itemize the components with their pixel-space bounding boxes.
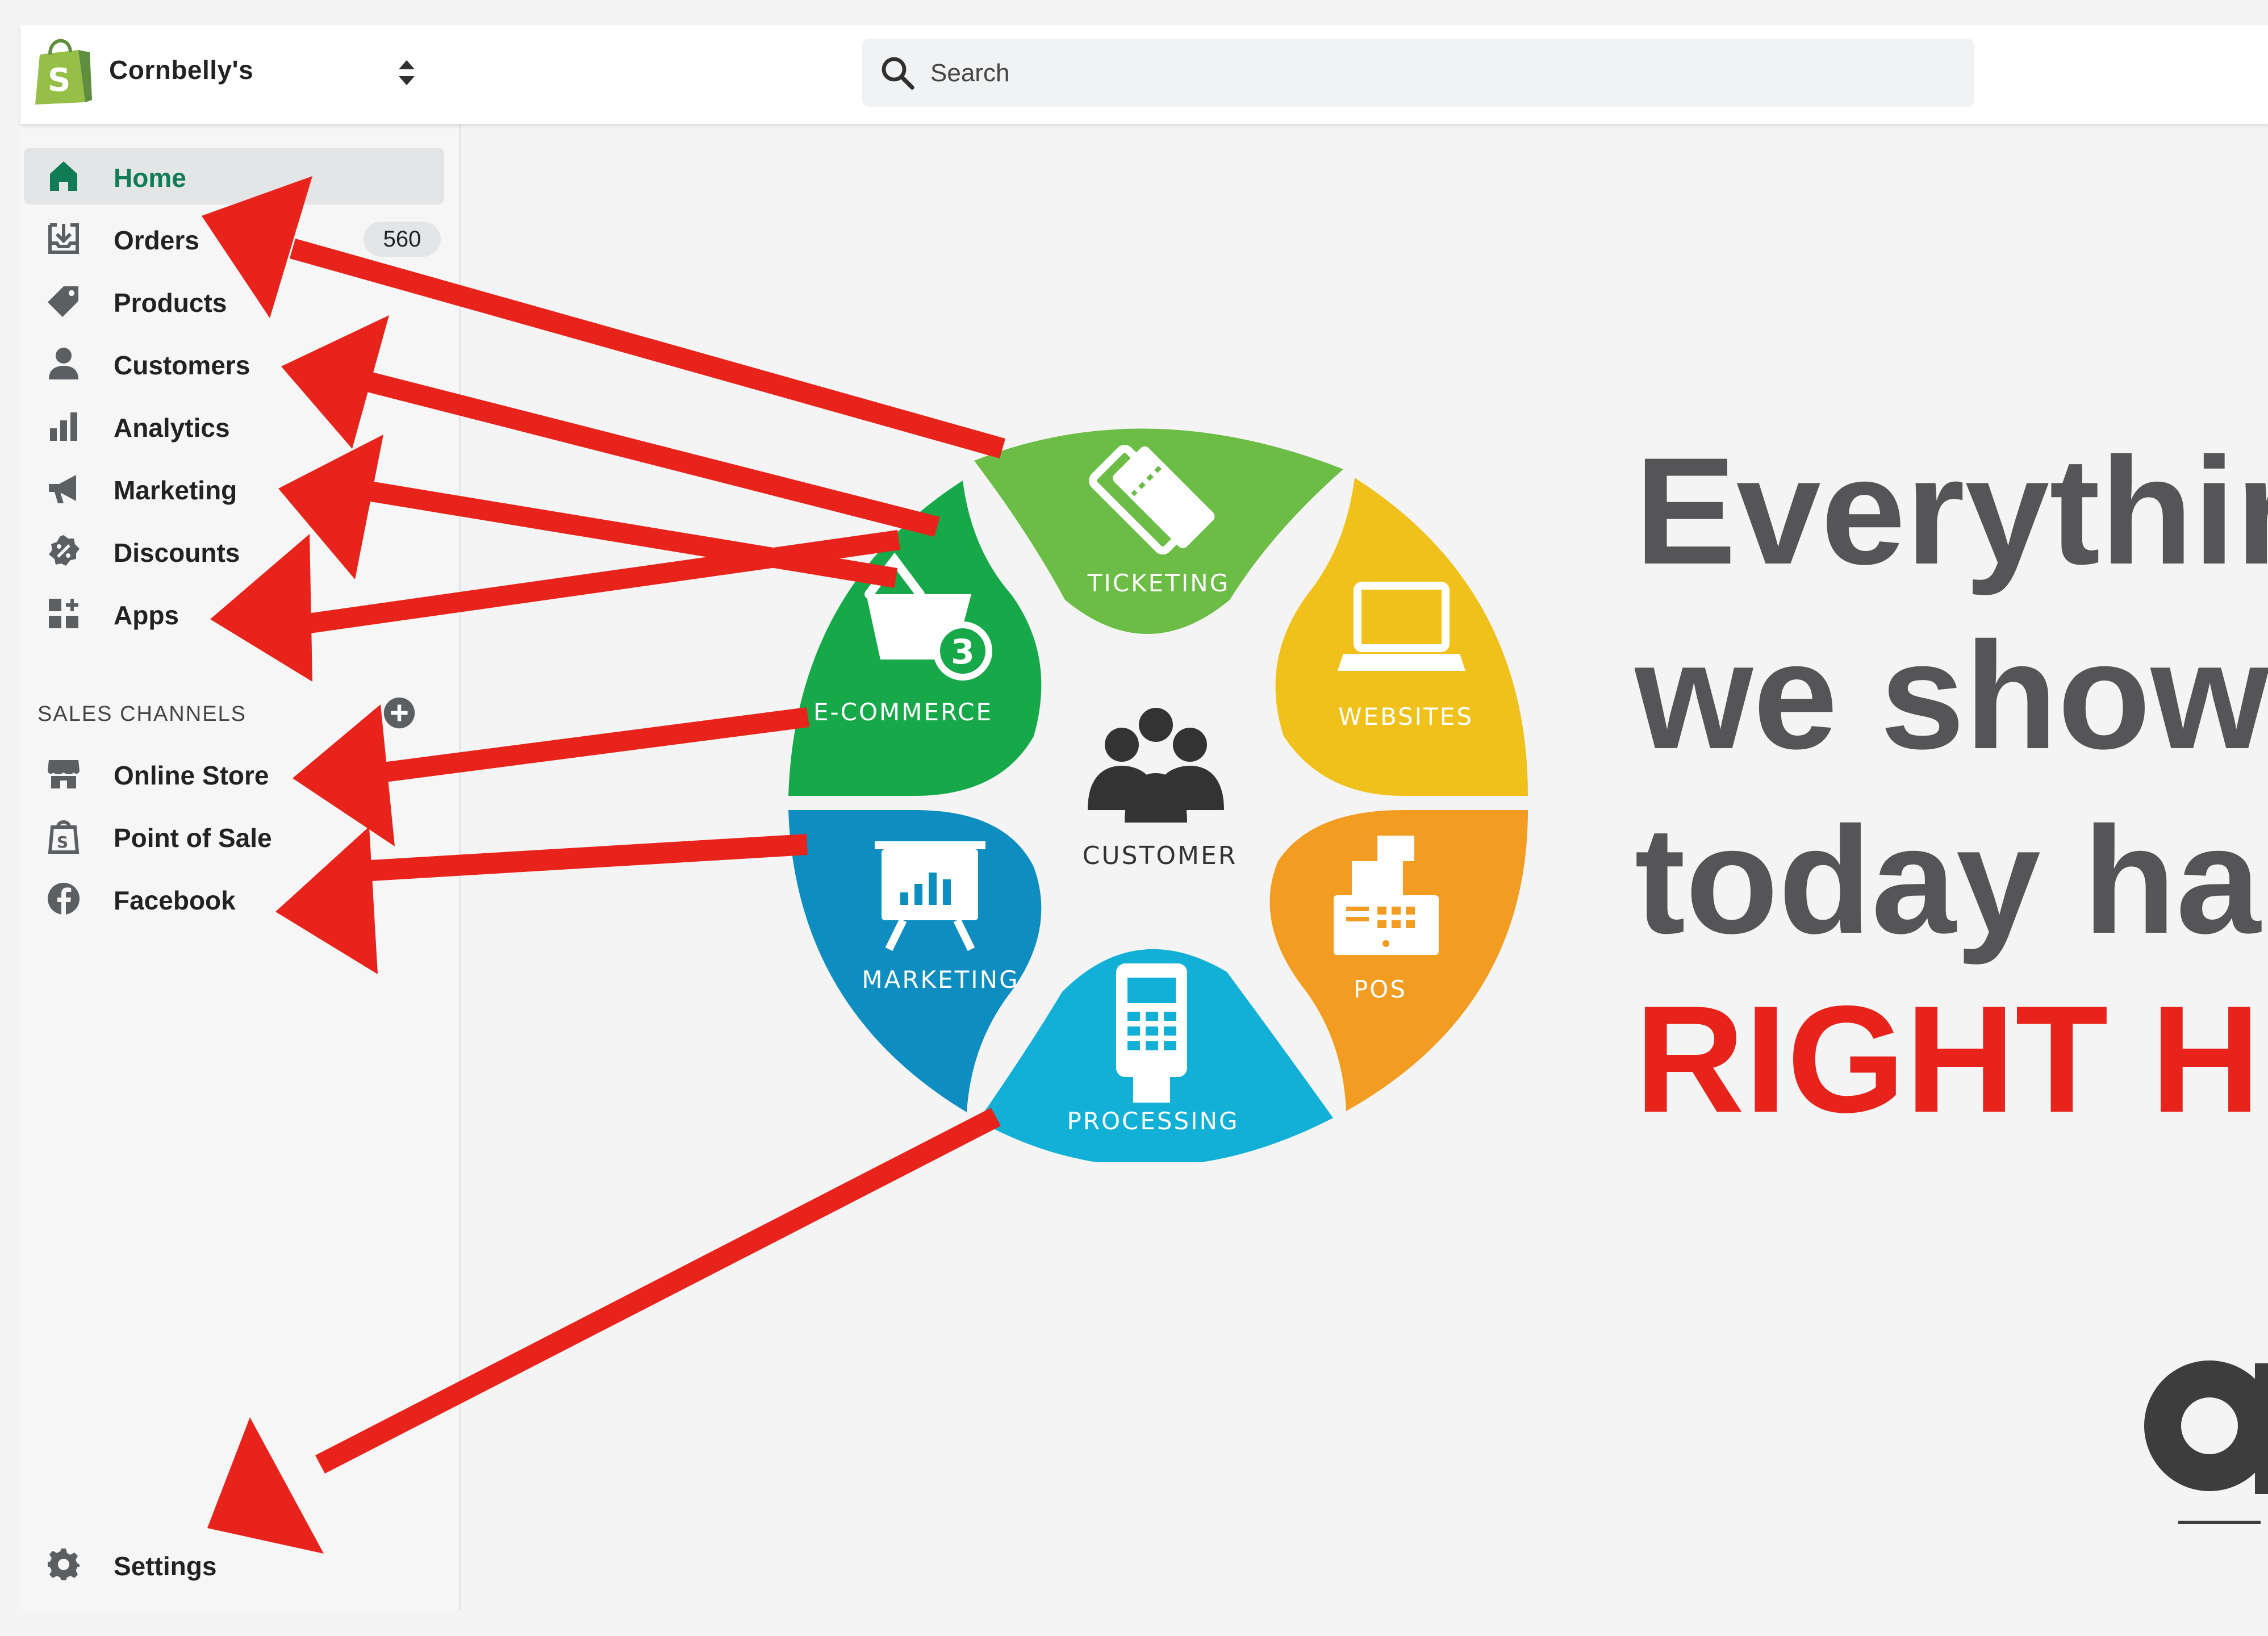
svg-text:S: S (57, 833, 68, 852)
sidebar-item-discounts[interactable]: Discounts (24, 523, 444, 579)
sidebar-item-label: Home (114, 163, 186, 193)
sidebar-item-label: Customers (114, 350, 250, 380)
sidebar-item-marketing[interactable]: Marketing (24, 460, 444, 517)
svg-text:S: S (48, 62, 70, 99)
search-icon (882, 57, 914, 90)
sidebar-item-settings[interactable]: Settings (24, 1536, 444, 1593)
top-bar: S Cornbelly's (20, 25, 2268, 124)
headline: Everythir we show today ha RIGHT H (1635, 420, 2268, 1159)
sidebar-item-label: Discounts (114, 538, 240, 567)
apps-icon (49, 599, 78, 628)
sidebar-item-label: Analytics (114, 413, 230, 443)
sidebar-item-label: Apps (114, 600, 179, 630)
headline-line-1: Everythir (1635, 425, 2268, 596)
sidebar-item-point-of-sale[interactable]: S Point of Sale (24, 808, 444, 865)
add-channel-plus-icon[interactable] (383, 696, 416, 729)
sidebar-item-label: Settings (114, 1551, 217, 1581)
wheel-label-pos: POS (1354, 975, 1407, 1003)
pos-bag-icon: S (48, 820, 80, 854)
headline-line-3: today ha (1635, 795, 2261, 965)
tag-icon (48, 286, 78, 317)
discount-icon (49, 535, 80, 566)
wheel-label-ticketing: TICKETING (1087, 569, 1230, 597)
bar-chart-icon (50, 412, 77, 441)
sidebar-item-analytics[interactable]: Analytics (24, 398, 444, 454)
wheel-label-processing: PROCESSING (1067, 1107, 1239, 1135)
sidebar-item-orders[interactable]: Orders 560 (24, 210, 444, 267)
orders-count-badge: 560 (364, 222, 441, 257)
headline-line-2: we show (1635, 610, 2268, 781)
sales-channels-heading: SALES CHANNELS (37, 702, 247, 726)
sidebar-item-label: Online Store (114, 761, 269, 790)
store-icon (48, 760, 80, 788)
person-icon (49, 348, 78, 379)
gear-icon (48, 1549, 80, 1580)
chevron-up-down-icon[interactable] (395, 55, 418, 91)
home-icon (50, 161, 77, 191)
facebook-icon (48, 883, 80, 915)
sidebar-item-facebook[interactable]: Facebook (24, 870, 444, 927)
shopify-bag-icon[interactable]: S (33, 39, 92, 107)
wheel-segment-websites (1275, 478, 1528, 796)
search-box[interactable] (862, 39, 1974, 107)
wheel-center-label: CUSTOMER (1083, 841, 1238, 870)
brand-logo-mark (2144, 1360, 2268, 1524)
service-wheel: TICKETING WEBSITES POS PROCESSING MARKET… (788, 428, 1528, 1162)
headline-line-4: RIGHT H (1635, 974, 2261, 1144)
sidebar-item-home[interactable]: Home (24, 148, 444, 204)
wheel-label-e-commerce: E-COMMERCE (813, 698, 993, 726)
sidebar-item-label: Point of Sale (114, 823, 272, 853)
wheel-label-marketing: MARKETING (862, 966, 1019, 994)
sidebar-item-apps[interactable]: Apps (24, 585, 444, 642)
wheel-label-websites: WEBSITES (1338, 703, 1473, 731)
sidebar-item-label: Orders (114, 226, 199, 255)
sidebar-nav: Home Orders 560 Products Customers Analy… (20, 124, 461, 1610)
sidebar-item-label: Marketing (114, 475, 237, 505)
store-name[interactable]: Cornbelly's (109, 55, 253, 85)
sidebar-item-online-store[interactable]: Online Store (24, 745, 444, 802)
sidebar-item-label: Facebook (114, 886, 236, 915)
customer-group-icon (1088, 708, 1224, 823)
sidebar-item-customers[interactable]: Customers (24, 335, 444, 392)
sidebar-item-label: Products (114, 288, 227, 318)
orders-icon (48, 223, 79, 254)
sidebar-item-products[interactable]: Products (24, 273, 444, 329)
cart-count-badge: 3 (951, 632, 975, 672)
search-input[interactable] (929, 53, 1943, 93)
megaphone-icon (49, 475, 76, 503)
